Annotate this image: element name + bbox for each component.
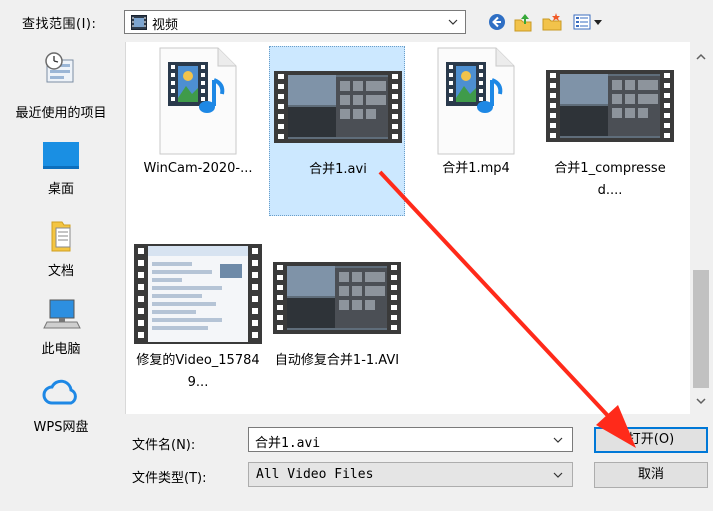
toolbar: 查找范围(I): 视频 (0, 0, 713, 40)
scrollbar-thumb[interactable] (693, 270, 709, 388)
file-name: 修复的Video_157849... (136, 353, 260, 390)
place-wps-cloud[interactable]: WPS网盘 (0, 374, 122, 444)
video-thumbnail-icon (134, 244, 262, 344)
place-label: WPS网盘 (33, 420, 89, 435)
place-label: 文档 (47, 264, 74, 279)
file-name: 合并1.avi (309, 162, 367, 177)
back-arrow-icon[interactable] (486, 11, 508, 33)
place-desktop[interactable]: 桌面 (0, 138, 122, 208)
file-name: 合并1.mp4 (442, 161, 510, 176)
chevron-down-icon[interactable] (552, 469, 564, 481)
filename-input[interactable]: 合并1.avi (248, 427, 573, 452)
desktop-icon (43, 142, 79, 169)
file-item[interactable]: 合并1.mp4 (408, 46, 544, 216)
open-button[interactable]: 打开(O) (594, 427, 708, 453)
chevron-down-icon[interactable] (447, 15, 459, 29)
file-item-selected[interactable]: 合并1.avi (269, 46, 405, 216)
scroll-down-icon[interactable] (690, 392, 712, 410)
filetype-value: All Video Files (256, 467, 374, 482)
look-in-value: 视频 (152, 18, 179, 33)
file-item[interactable]: 修复的Video_157849... (130, 238, 266, 408)
filetype-label: 文件类型(T): (132, 471, 207, 486)
place-computer[interactable]: 此电脑 (0, 296, 122, 366)
file-list-view[interactable]: WinCam-2020-... 合并1.avi 合并1.mp4 合并1_comp… (125, 42, 712, 414)
video-folder-icon (131, 15, 147, 30)
file-name: 合并1_compressed.... (554, 161, 666, 198)
file-item[interactable]: WinCam-2020-... (130, 46, 266, 216)
file-name: WinCam-2020-... (143, 161, 253, 176)
video-thumbnail-icon (273, 262, 401, 334)
filename-value[interactable]: 合并1.avi (255, 432, 320, 451)
chevron-down-icon[interactable] (552, 434, 564, 446)
video-thumbnail-icon (274, 71, 402, 143)
file-name: 自动修复合并1-1.AVI (274, 353, 400, 368)
place-documents[interactable]: 文档 (0, 218, 122, 288)
file-item[interactable]: 合并1_compressed.... (542, 46, 678, 216)
file-item[interactable]: 自动修复合并1-1.AVI (269, 238, 405, 408)
computer-icon (43, 299, 81, 329)
look-in-combobox[interactable]: 视频 (124, 10, 466, 34)
cancel-button[interactable]: 取消 (594, 462, 708, 488)
media-file-icon (159, 47, 237, 155)
place-label: 桌面 (47, 182, 74, 197)
documents-icon (51, 221, 71, 252)
filename-label: 文件名(N): (132, 438, 196, 453)
video-thumbnail-icon (546, 70, 674, 142)
new-folder-icon[interactable] (541, 11, 563, 33)
recent-items-icon (45, 52, 74, 83)
view-menu-icon[interactable] (572, 11, 606, 33)
media-file-icon (437, 47, 515, 155)
up-folder-icon[interactable] (512, 11, 534, 33)
place-recent[interactable]: 最近使用的项目 (0, 48, 122, 121)
place-label: 此电脑 (41, 342, 81, 357)
place-label: 最近使用的项目 (15, 106, 107, 121)
scroll-up-icon[interactable] (690, 48, 712, 66)
vertical-scrollbar[interactable] (690, 42, 712, 414)
look-in-label: 查找范围(I): (22, 17, 97, 32)
wps-cloud-icon (42, 379, 77, 405)
places-bar: 最近使用的项目 桌面 文档 此电脑 WPS网盘 (0, 42, 122, 442)
filetype-select[interactable]: All Video Files (248, 462, 573, 487)
open-file-dialog: 查找范围(I): 视频 最近使用的项目 桌面 文档 此电脑 WPS网盘 WinC… (0, 0, 713, 511)
